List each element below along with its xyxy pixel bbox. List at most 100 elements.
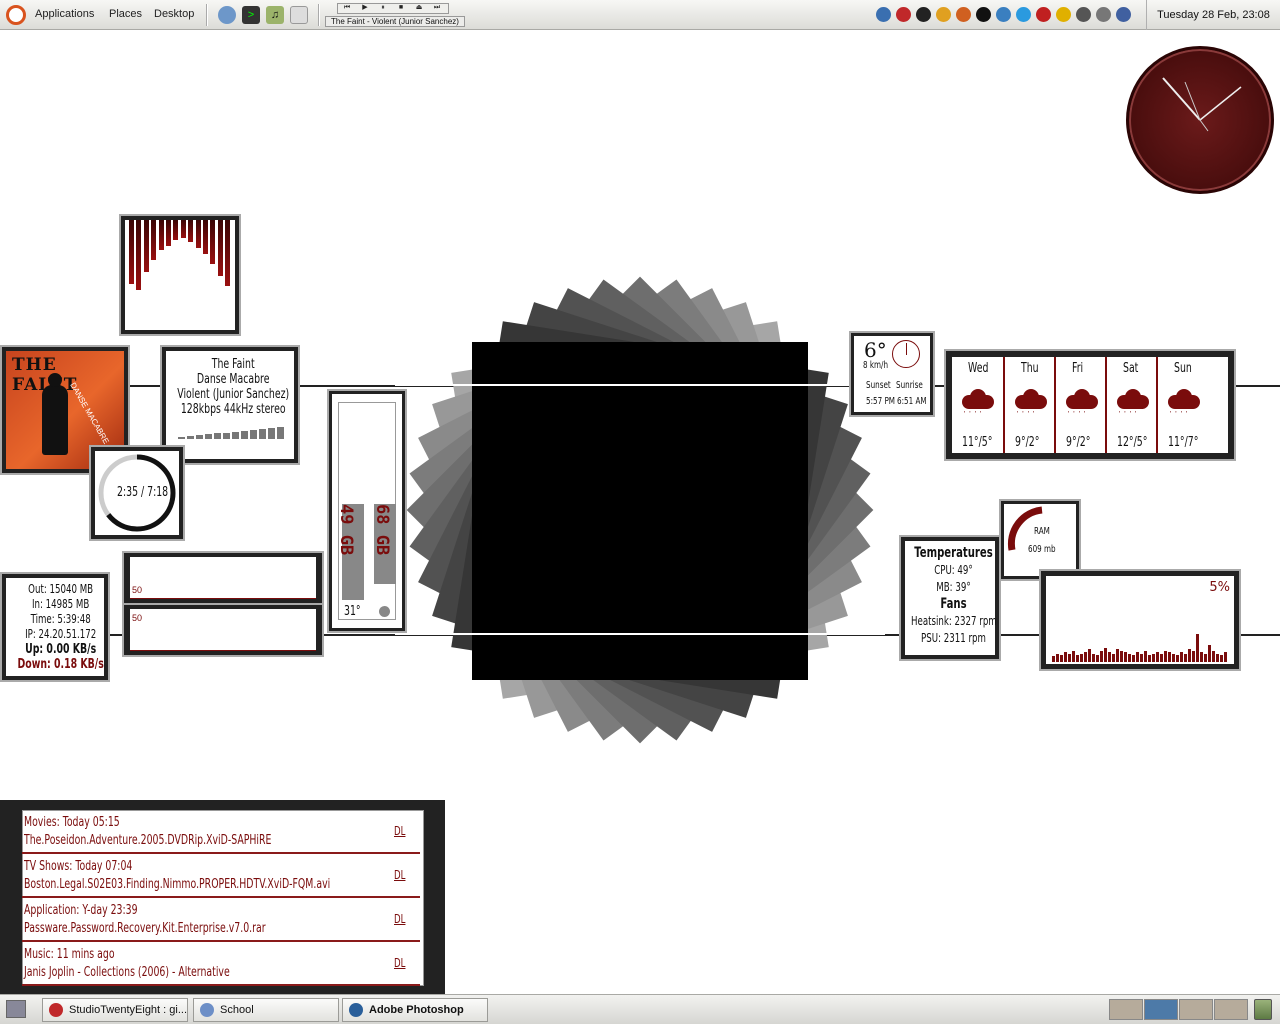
download-link[interactable]: DL bbox=[394, 912, 405, 926]
taskbar-button-label: Adobe Photoshop bbox=[369, 1004, 464, 1016]
display-icon[interactable] bbox=[1116, 7, 1131, 22]
chat-icon[interactable] bbox=[290, 6, 308, 24]
track-progress-ring: 2:35 / 7:18 bbox=[89, 445, 185, 541]
track-bitrate: 128kbps 44kHz stereo bbox=[180, 402, 286, 417]
play-icon[interactable]: ▶ bbox=[357, 4, 373, 12]
trash-icon[interactable] bbox=[1254, 999, 1272, 1020]
menu-places[interactable]: Places bbox=[109, 8, 142, 20]
cpu-bar bbox=[1088, 649, 1091, 662]
download-filename: Boston.Legal.S02E03.Finding.Nimmo.PROPER… bbox=[24, 877, 331, 892]
cpu-bar bbox=[1224, 652, 1227, 662]
pidgin-icon[interactable] bbox=[936, 7, 951, 22]
disk-temp: 31° bbox=[344, 604, 361, 619]
volume-bar bbox=[214, 433, 221, 439]
terminal-icon[interactable]: > bbox=[242, 6, 260, 24]
winamp-icon[interactable] bbox=[976, 7, 991, 22]
mail-icon[interactable] bbox=[956, 7, 971, 22]
workspace-2[interactable] bbox=[1144, 999, 1178, 1020]
fans-title: Fans bbox=[940, 596, 967, 612]
network-graph-up-label: 50 bbox=[132, 585, 143, 595]
download-category: TV Shows: Today 07:04 bbox=[24, 859, 133, 874]
album-cover-figure bbox=[42, 385, 68, 455]
visualizer-bar bbox=[225, 220, 231, 286]
cpu-bar bbox=[1156, 652, 1159, 662]
rain-icon: ' ' ' ' bbox=[1115, 389, 1151, 421]
music-player-icon[interactable]: ♫ bbox=[266, 6, 284, 24]
network-graph-up: 50 bbox=[122, 551, 324, 605]
psu-fan: PSU: 2311 rpm bbox=[921, 631, 986, 645]
visualizer-bar bbox=[143, 220, 149, 272]
forecast-day-name: Fri bbox=[1072, 361, 1084, 376]
cpu-bar bbox=[1192, 650, 1195, 662]
download-link[interactable]: DL bbox=[394, 824, 405, 838]
track-album: Danse Macabre bbox=[196, 372, 270, 387]
audio-visualizer bbox=[119, 214, 241, 336]
cpu-bar bbox=[1060, 655, 1063, 662]
taskbar-button[interactable]: School bbox=[193, 998, 339, 1022]
ubuntu-logo-icon[interactable] bbox=[6, 5, 26, 25]
menu-applications[interactable]: Applications bbox=[35, 8, 94, 20]
forecast-day-name: Sat bbox=[1123, 361, 1139, 376]
workspace-1[interactable] bbox=[1109, 999, 1143, 1020]
taskbar-button[interactable]: Adobe Photoshop bbox=[342, 998, 488, 1022]
forecast-temps: 9°/2° bbox=[1015, 435, 1040, 450]
cpu-bar bbox=[1136, 652, 1139, 662]
cpu-bar bbox=[1176, 655, 1179, 662]
hour-hand bbox=[1162, 77, 1201, 121]
volume-bar bbox=[268, 428, 275, 439]
center-black-square bbox=[472, 342, 808, 680]
volume-icon[interactable] bbox=[1076, 7, 1091, 22]
ram-panel: RAM 609 mb bbox=[999, 499, 1081, 581]
eject-icon[interactable]: ⏏ bbox=[411, 4, 427, 12]
volume-bar bbox=[241, 430, 248, 439]
download-link[interactable]: DL bbox=[394, 868, 405, 882]
cpu-bar bbox=[1212, 650, 1215, 662]
next-icon[interactable]: ⏭ bbox=[429, 4, 445, 12]
network-out: Out: 15040 MB bbox=[28, 582, 94, 596]
previous-icon[interactable]: ⏮ bbox=[339, 4, 355, 12]
ie-icon[interactable] bbox=[1016, 7, 1031, 22]
forecast-day-name: Thu bbox=[1021, 361, 1039, 376]
clipboard-icon[interactable] bbox=[1096, 7, 1111, 22]
web-browser-icon[interactable] bbox=[218, 6, 236, 24]
network-up: Up: 0.00 KB/s bbox=[25, 642, 97, 657]
msn-icon[interactable] bbox=[1056, 7, 1071, 22]
skype-icon[interactable] bbox=[916, 7, 931, 22]
cpu-bar bbox=[1204, 653, 1207, 662]
download-item: Music: 11 mins ago Janis Joplin - Collect… bbox=[22, 942, 420, 986]
rain-icon: ' ' ' ' bbox=[1166, 389, 1202, 421]
stop-icon[interactable]: ■ bbox=[393, 4, 409, 12]
taskbar-button[interactable]: StudioTwentyEight : gi... bbox=[42, 998, 188, 1022]
forecast-day: Sat ' ' ' ' 12°/5° bbox=[1105, 357, 1156, 453]
record-icon[interactable] bbox=[1036, 7, 1051, 22]
pause-icon[interactable]: ⏸ bbox=[375, 4, 391, 12]
cpu-bar bbox=[1120, 650, 1123, 662]
volume-bar bbox=[178, 437, 185, 439]
visualizer-bar bbox=[188, 220, 194, 242]
album-cover-title: THE FAINT bbox=[12, 355, 78, 395]
visualizer-bar bbox=[173, 220, 179, 240]
show-desktop-icon[interactable] bbox=[6, 1000, 26, 1018]
download-category: Application: Y-day 23:39 bbox=[24, 903, 138, 918]
cpu-bar bbox=[1164, 650, 1167, 662]
volume-bars[interactable] bbox=[178, 425, 288, 439]
workspace-4[interactable] bbox=[1214, 999, 1248, 1020]
opera-icon[interactable] bbox=[896, 7, 911, 22]
workspace-3[interactable] bbox=[1179, 999, 1213, 1020]
panel-separator bbox=[318, 4, 320, 26]
menu-desktop[interactable]: Desktop bbox=[154, 8, 194, 20]
cpu-bar bbox=[1084, 652, 1087, 662]
heatsink-fan: Heatsink: 2327 rpm bbox=[911, 614, 997, 628]
cpu-bar bbox=[1216, 653, 1219, 662]
panel-clock[interactable]: Tuesday 28 Feb, 23:08 bbox=[1146, 0, 1280, 30]
current-weather-panel: 6° 8 km/h Sunset Sunrise 5:57 PM 6:51 AM bbox=[849, 331, 935, 417]
volume-bar bbox=[187, 436, 194, 439]
disk1-label: 49 GB bbox=[336, 504, 356, 556]
download-link[interactable]: DL bbox=[394, 956, 405, 970]
visualizer-bar bbox=[195, 220, 201, 248]
opera-icon bbox=[49, 1003, 63, 1017]
network-icon[interactable] bbox=[876, 7, 891, 22]
second-hand bbox=[1184, 81, 1201, 121]
firefox-icon[interactable] bbox=[996, 7, 1011, 22]
cpu-history-bars bbox=[1052, 626, 1228, 662]
